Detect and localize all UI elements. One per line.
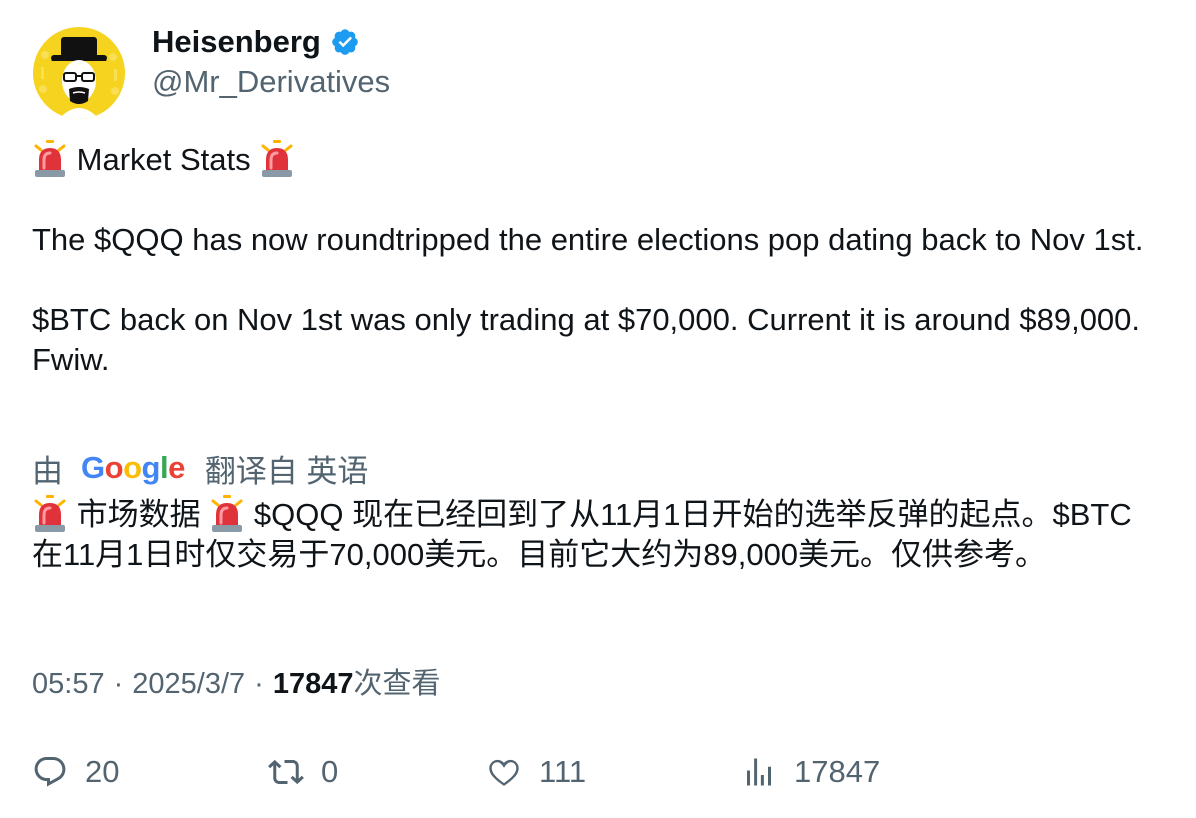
tweet-meta: 05:57 · 2025/3/7 · 17847 次查看 — [32, 664, 440, 704]
repost-button[interactable]: 0 — [268, 750, 338, 794]
translated-by-label: 由 — [32, 453, 63, 489]
author-name-row: Heisenberg — [152, 22, 390, 62]
tweet-time[interactable]: 05:57 — [32, 664, 105, 704]
tweet-date[interactable]: 2025/3/7 — [132, 664, 245, 704]
repost-count: 0 — [321, 754, 339, 789]
heart-icon — [489, 759, 519, 786]
heisenberg-avatar-icon — [33, 27, 125, 119]
reply-count: 20 — [85, 754, 120, 789]
tweet-text: Market Stats The $QQQ has now roundtripp… — [32, 140, 1152, 380]
tweet-paragraph-1: The $QQQ has now roundtripped the entire… — [32, 222, 1144, 257]
tweet-paragraph-2: $BTC back on Nov 1st was only trading at… — [32, 302, 1149, 377]
reply-button[interactable]: 20 — [32, 750, 119, 794]
google-logo-icon: Google — [81, 450, 185, 485]
author-handle[interactable]: @Mr_Derivatives — [152, 63, 390, 101]
views-stat-count: 17847 — [794, 754, 881, 789]
tweet-title-line: Market Stats — [32, 140, 1152, 180]
verified-badge-icon[interactable] — [330, 27, 360, 57]
author-block: Heisenberg @Mr_Derivatives — [152, 22, 390, 101]
action-bar: 20 0 111 17847 — [32, 750, 1162, 794]
translated-from-label: 翻译自 英语 — [204, 453, 369, 489]
analytics-button[interactable]: 17847 — [741, 750, 880, 794]
like-count: 111 — [539, 754, 587, 789]
translated-title: 市场数据 — [76, 497, 201, 532]
views-label: 次查看 — [353, 668, 441, 700]
avatar[interactable] — [33, 27, 125, 119]
translation-attribution[interactable]: 由 Google 翻译自 英语 — [32, 447, 368, 489]
repost-icon — [268, 759, 304, 785]
reply-icon — [34, 757, 66, 787]
analytics-icon — [747, 758, 771, 786]
translated-text: 市场数据 $QQQ 现在已经回到了从11月1日开始的选举反弹的起点。$BTC 在… — [32, 495, 1157, 575]
siren-icon — [32, 495, 68, 533]
like-button[interactable]: 111 — [486, 750, 586, 794]
siren-icon — [32, 140, 68, 178]
meta-separator: · — [254, 668, 264, 700]
tweet-title: Market Stats — [76, 142, 251, 177]
author-display-name[interactable]: Heisenberg — [152, 22, 321, 62]
siren-icon — [259, 140, 295, 178]
views-count: 17847 — [272, 668, 354, 700]
siren-icon — [209, 495, 245, 533]
meta-separator: · — [113, 668, 124, 700]
